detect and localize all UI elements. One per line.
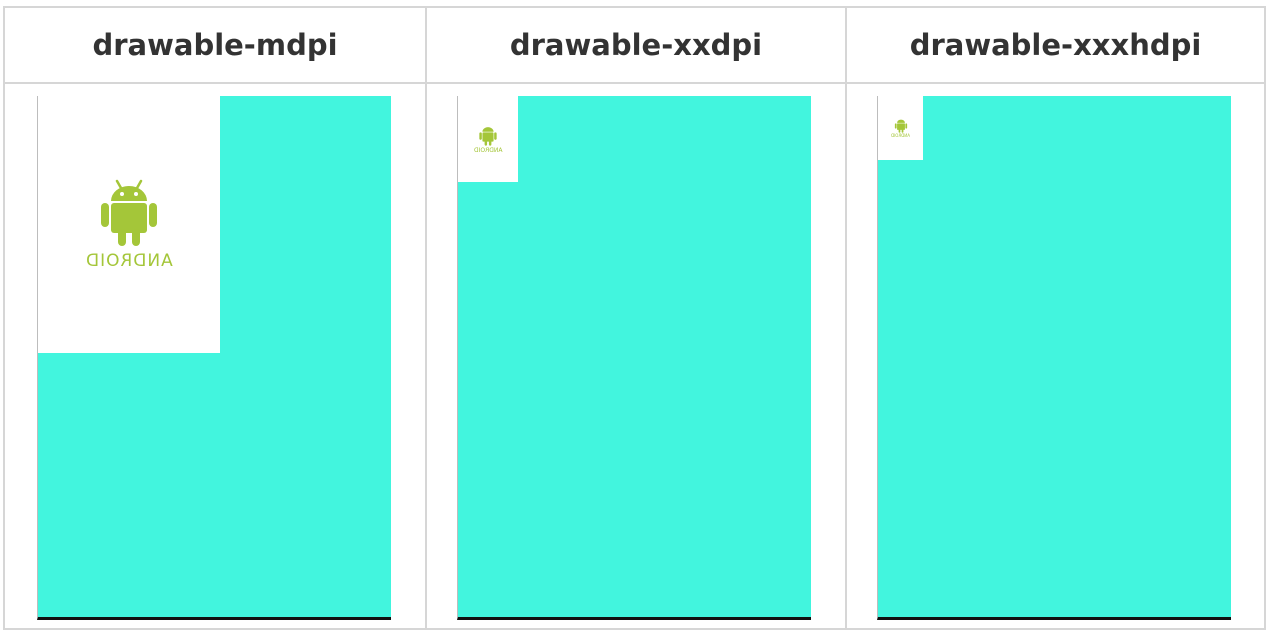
column-xxdpi: drawable-xxdpi ANDROID bbox=[425, 8, 845, 628]
image-tile: ANDROID bbox=[878, 96, 923, 160]
phone-screen-preview: ANDROID bbox=[37, 96, 391, 620]
comparison-table: drawable-mdpi ANDROID drawable-xxdpi AND… bbox=[3, 6, 1266, 630]
phone-screen-preview: ANDROID bbox=[457, 96, 811, 620]
image-tile: ANDROID bbox=[38, 96, 220, 353]
column-header: drawable-xxxhdpi bbox=[847, 8, 1264, 84]
image-tile: ANDROID bbox=[458, 96, 518, 182]
column-xxxhdpi: drawable-xxxhdpi ANDROID bbox=[845, 8, 1264, 628]
column-mdpi: drawable-mdpi ANDROID bbox=[5, 8, 425, 628]
column-header: drawable-xxdpi bbox=[427, 8, 845, 84]
android-wordmark: ANDROID bbox=[473, 146, 503, 154]
phone-screen-preview: ANDROID bbox=[877, 96, 1231, 620]
android-wordmark: ANDROID bbox=[891, 133, 910, 138]
column-header: drawable-mdpi bbox=[5, 8, 425, 84]
android-logo-icon bbox=[479, 126, 497, 146]
android-wordmark: ANDROID bbox=[85, 251, 173, 271]
android-logo-icon bbox=[894, 119, 907, 133]
android-logo-icon bbox=[101, 179, 157, 246]
